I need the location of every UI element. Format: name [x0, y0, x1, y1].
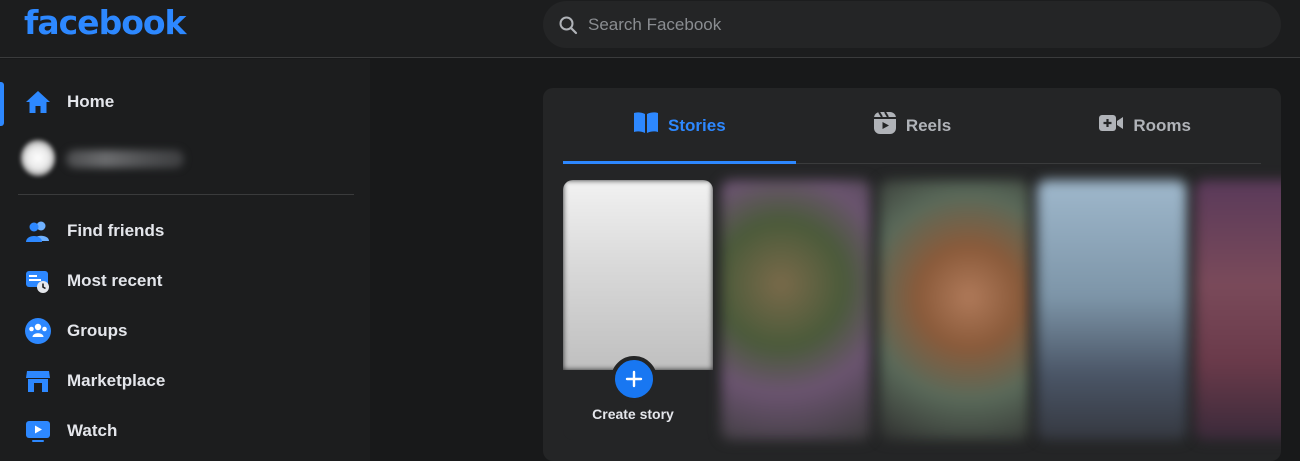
friends-icon [24, 217, 52, 245]
plus-icon [625, 370, 643, 388]
divider [18, 194, 354, 195]
search-input[interactable] [588, 14, 1188, 35]
story-card[interactable] [879, 180, 1029, 440]
story-card[interactable] [721, 180, 871, 440]
sidebar-item-find-friends[interactable]: Find friends [24, 213, 164, 249]
home-icon [24, 88, 52, 116]
story-tabs: Stories Reels Rooms [563, 88, 1261, 164]
stories-row: Create story [563, 180, 1281, 440]
tab-label: Reels [905, 115, 952, 135]
avatar[interactable] [21, 140, 55, 176]
sidebar-item-label: Watch [67, 421, 118, 440]
facebook-logo[interactable]: facebook [24, 3, 186, 42]
sidebar-item-home[interactable]: Home [24, 84, 114, 120]
reels-icon [873, 111, 897, 140]
create-story-label: Create story [592, 406, 674, 422]
rooms-icon [1098, 113, 1124, 138]
top-bar: facebook [0, 0, 1300, 58]
sidebar-item-label: Home [67, 92, 115, 111]
sidebar-item-marketplace[interactable]: Marketplace [24, 363, 165, 399]
tab-rooms[interactable]: Rooms [1028, 88, 1261, 163]
left-sidebar: Home Find friends Most recent Groups Mar… [0, 59, 370, 461]
stories-card: Stories Reels Rooms Create story [543, 88, 1281, 461]
stories-icon [633, 111, 659, 140]
profile-name-blurred[interactable] [66, 150, 184, 168]
tab-reels[interactable]: Reels [796, 88, 1029, 163]
profile-photo-blurred [563, 180, 713, 370]
sidebar-item-most-recent[interactable]: Most recent [24, 263, 162, 299]
tab-label: Rooms [1133, 115, 1191, 135]
marketplace-icon [24, 367, 52, 395]
story-card[interactable] [1037, 180, 1187, 440]
most-recent-icon [24, 267, 52, 295]
sidebar-item-label: Most recent [67, 271, 163, 290]
watch-icon [24, 417, 52, 445]
sidebar-item-label: Find friends [67, 221, 165, 240]
sidebar-item-groups[interactable]: Groups [24, 313, 127, 349]
sidebar-item-label: Marketplace [67, 371, 166, 390]
active-indicator [0, 82, 4, 126]
create-story-card[interactable]: Create story [563, 180, 713, 440]
search-icon [559, 16, 578, 34]
story-card[interactable] [1195, 180, 1281, 440]
groups-icon [24, 317, 52, 345]
sidebar-item-watch[interactable]: Watch [24, 413, 117, 449]
tab-label: Stories [668, 115, 726, 135]
sidebar-item-label: Groups [67, 321, 128, 340]
tab-stories[interactable]: Stories [563, 88, 796, 164]
create-story-button[interactable] [611, 356, 657, 402]
search-bar[interactable] [543, 1, 1281, 48]
